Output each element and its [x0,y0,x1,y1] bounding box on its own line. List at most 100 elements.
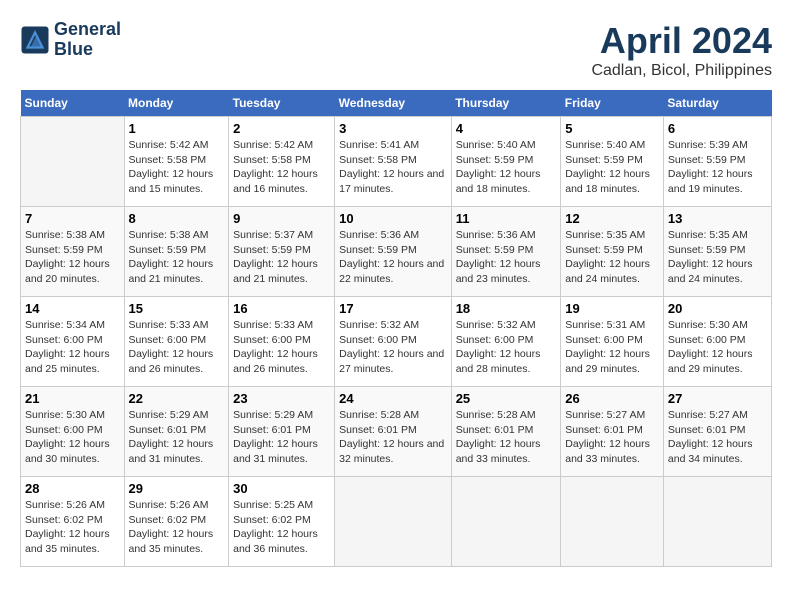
day-header-monday: Monday [124,90,229,117]
day-number: 27 [668,391,767,406]
subtitle: Cadlan, Bicol, Philippines [591,62,772,80]
logo-text: General Blue [54,20,121,60]
day-info: Sunrise: 5:31 AMSunset: 6:00 PMDaylight:… [565,319,650,375]
day-number: 29 [129,481,225,496]
day-number: 14 [25,301,120,316]
day-info: Sunrise: 5:40 AMSunset: 5:59 PMDaylight:… [565,139,650,195]
day-number: 6 [668,121,767,136]
calendar-table: SundayMondayTuesdayWednesdayThursdayFrid… [20,90,772,567]
calendar-cell: 6 Sunrise: 5:39 AMSunset: 5:59 PMDaylight… [663,117,771,207]
day-info: Sunrise: 5:33 AMSunset: 6:00 PMDaylight:… [233,319,318,375]
day-info: Sunrise: 5:28 AMSunset: 6:01 PMDaylight:… [339,409,444,465]
day-number: 19 [565,301,659,316]
day-info: Sunrise: 5:33 AMSunset: 6:00 PMDaylight:… [129,319,214,375]
title-area: April 2024 Cadlan, Bicol, Philippines [591,20,772,80]
day-info: Sunrise: 5:36 AMSunset: 5:59 PMDaylight:… [456,229,541,285]
day-info: Sunrise: 5:37 AMSunset: 5:59 PMDaylight:… [233,229,318,285]
day-info: Sunrise: 5:35 AMSunset: 5:59 PMDaylight:… [668,229,753,285]
day-info: Sunrise: 5:36 AMSunset: 5:59 PMDaylight:… [339,229,444,285]
calendar-cell [335,477,452,567]
calendar-cell: 16 Sunrise: 5:33 AMSunset: 6:00 PMDayligh… [229,297,335,387]
calendar-cell: 21 Sunrise: 5:30 AMSunset: 6:00 PMDayligh… [21,387,125,477]
day-info: Sunrise: 5:38 AMSunset: 5:59 PMDaylight:… [129,229,214,285]
calendar-cell: 5 Sunrise: 5:40 AMSunset: 5:59 PMDaylight… [561,117,664,207]
day-header-wednesday: Wednesday [335,90,452,117]
day-info: Sunrise: 5:29 AMSunset: 6:01 PMDaylight:… [233,409,318,465]
day-number: 23 [233,391,330,406]
day-header-friday: Friday [561,90,664,117]
calendar-cell: 4 Sunrise: 5:40 AMSunset: 5:59 PMDaylight… [451,117,561,207]
day-number: 5 [565,121,659,136]
day-number: 17 [339,301,447,316]
calendar-cell: 27 Sunrise: 5:27 AMSunset: 6:01 PMDayligh… [663,387,771,477]
day-number: 21 [25,391,120,406]
day-info: Sunrise: 5:32 AMSunset: 6:00 PMDaylight:… [339,319,444,375]
day-number: 7 [25,211,120,226]
calendar-cell: 15 Sunrise: 5:33 AMSunset: 6:00 PMDayligh… [124,297,229,387]
calendar-cell: 19 Sunrise: 5:31 AMSunset: 6:00 PMDayligh… [561,297,664,387]
day-number: 13 [668,211,767,226]
day-info: Sunrise: 5:41 AMSunset: 5:58 PMDaylight:… [339,139,444,195]
day-number: 1 [129,121,225,136]
calendar-cell: 12 Sunrise: 5:35 AMSunset: 5:59 PMDayligh… [561,207,664,297]
day-number: 18 [456,301,557,316]
calendar-cell: 14 Sunrise: 5:34 AMSunset: 6:00 PMDayligh… [21,297,125,387]
calendar-cell: 24 Sunrise: 5:28 AMSunset: 6:01 PMDayligh… [335,387,452,477]
day-info: Sunrise: 5:30 AMSunset: 6:00 PMDaylight:… [25,409,110,465]
day-number: 30 [233,481,330,496]
day-number: 12 [565,211,659,226]
day-info: Sunrise: 5:27 AMSunset: 6:01 PMDaylight:… [668,409,753,465]
calendar-cell: 25 Sunrise: 5:28 AMSunset: 6:01 PMDayligh… [451,387,561,477]
day-number: 25 [456,391,557,406]
week-row-5: 28 Sunrise: 5:26 AMSunset: 6:02 PMDayligh… [21,477,772,567]
calendar-cell: 13 Sunrise: 5:35 AMSunset: 5:59 PMDayligh… [663,207,771,297]
day-number: 24 [339,391,447,406]
day-info: Sunrise: 5:29 AMSunset: 6:01 PMDaylight:… [129,409,214,465]
day-number: 2 [233,121,330,136]
day-info: Sunrise: 5:28 AMSunset: 6:01 PMDaylight:… [456,409,541,465]
day-info: Sunrise: 5:35 AMSunset: 5:59 PMDaylight:… [565,229,650,285]
calendar-cell [663,477,771,567]
day-info: Sunrise: 5:25 AMSunset: 6:02 PMDaylight:… [233,499,318,555]
calendar-cell: 8 Sunrise: 5:38 AMSunset: 5:59 PMDaylight… [124,207,229,297]
day-info: Sunrise: 5:34 AMSunset: 6:00 PMDaylight:… [25,319,110,375]
calendar-cell [561,477,664,567]
day-number: 3 [339,121,447,136]
calendar-cell: 18 Sunrise: 5:32 AMSunset: 6:00 PMDayligh… [451,297,561,387]
calendar-cell: 11 Sunrise: 5:36 AMSunset: 5:59 PMDayligh… [451,207,561,297]
day-info: Sunrise: 5:39 AMSunset: 5:59 PMDaylight:… [668,139,753,195]
day-number: 28 [25,481,120,496]
day-header-tuesday: Tuesday [229,90,335,117]
day-number: 4 [456,121,557,136]
day-header-sunday: Sunday [21,90,125,117]
calendar-cell [21,117,125,207]
day-number: 16 [233,301,330,316]
logo: General Blue [20,20,121,60]
calendar-cell: 29 Sunrise: 5:26 AMSunset: 6:02 PMDayligh… [124,477,229,567]
week-row-2: 7 Sunrise: 5:38 AMSunset: 5:59 PMDaylight… [21,207,772,297]
day-info: Sunrise: 5:40 AMSunset: 5:59 PMDaylight:… [456,139,541,195]
logo-icon [20,25,50,55]
day-info: Sunrise: 5:26 AMSunset: 6:02 PMDaylight:… [25,499,110,555]
calendar-cell: 22Sunrise: 5:29 AMSunset: 6:01 PMDayligh… [124,387,229,477]
week-row-4: 21 Sunrise: 5:30 AMSunset: 6:00 PMDayligh… [21,387,772,477]
calendar-cell: 2 Sunrise: 5:42 AMSunset: 5:58 PMDaylight… [229,117,335,207]
day-number: 11 [456,211,557,226]
day-info: Sunrise: 5:26 AMSunset: 6:02 PMDaylight:… [129,499,214,555]
header-row: SundayMondayTuesdayWednesdayThursdayFrid… [21,90,772,117]
day-info: Sunrise: 5:38 AMSunset: 5:59 PMDaylight:… [25,229,110,285]
calendar-cell: 30 Sunrise: 5:25 AMSunset: 6:02 PMDayligh… [229,477,335,567]
day-number: 20 [668,301,767,316]
calendar-cell: 7 Sunrise: 5:38 AMSunset: 5:59 PMDaylight… [21,207,125,297]
day-info: Sunrise: 5:42 AMSunset: 5:58 PMDaylight:… [233,139,318,195]
day-number: 9 [233,211,330,226]
calendar-cell: 23 Sunrise: 5:29 AMSunset: 6:01 PMDayligh… [229,387,335,477]
calendar-cell: 26Sunrise: 5:27 AMSunset: 6:01 PMDayligh… [561,387,664,477]
day-number: 8 [129,211,225,226]
calendar-cell: 10Sunrise: 5:36 AMSunset: 5:59 PMDayligh… [335,207,452,297]
calendar-cell: 1Sunrise: 5:42 AMSunset: 5:58 PMDaylight… [124,117,229,207]
day-number: 15 [129,301,225,316]
main-title: April 2024 [591,20,772,62]
day-info: Sunrise: 5:32 AMSunset: 6:00 PMDaylight:… [456,319,541,375]
day-number: 26 [565,391,659,406]
